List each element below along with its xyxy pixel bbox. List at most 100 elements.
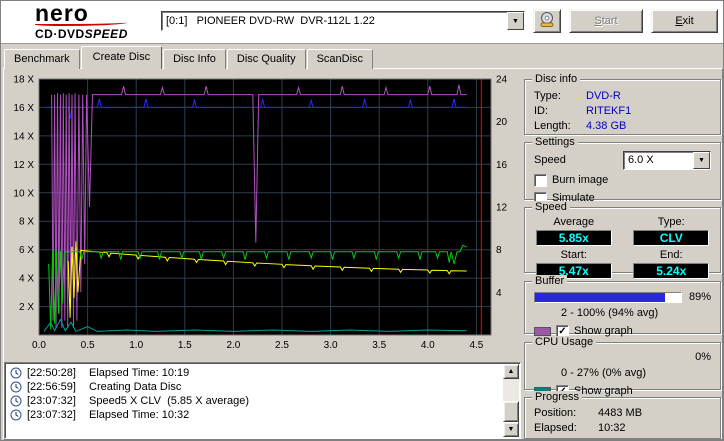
eject-button[interactable] <box>533 9 561 33</box>
x-axis-tick-label: 3.5 <box>372 340 386 351</box>
tab-disc-info[interactable]: Disc Info <box>163 49 226 69</box>
settings-panel: Settings Speed 6.0 X ▼ ✓ Burn image ✓ Si… <box>524 142 721 200</box>
left-axis-tick-label: 12 X <box>13 160 34 171</box>
buffer-title: Buffer <box>532 275 567 288</box>
log-timestamp: [23:07:32] <box>27 395 89 407</box>
scroll-down-button[interactable]: ▼ <box>503 422 519 437</box>
log-clock-icon <box>10 367 23 379</box>
log-message: Speed5 X CLV (5.85 X average) <box>89 395 249 407</box>
right-axis-tick-label: 16 <box>496 160 508 171</box>
log-entry: [23:07:32]Speed5 X CLV (5.85 X average) <box>9 394 500 408</box>
disc-type-label: Type: <box>534 89 586 104</box>
left-axis-tick-label: 10 X <box>13 188 34 199</box>
settings-title: Settings <box>532 136 578 149</box>
log-scrollbar[interactable]: ▲ ▼ <box>503 364 519 437</box>
speed-type-value: CLV <box>633 230 709 246</box>
burn-image-label: Burn image <box>552 173 608 188</box>
log-message: Elapsed Time: 10:19 <box>89 367 189 379</box>
left-axis-tick-label: 8 X <box>19 217 34 228</box>
log-entries: [22:50:28]Elapsed Time: 10:19[22:56:59]C… <box>5 363 520 422</box>
scroll-down-icon: ▼ <box>508 426 515 433</box>
log-message: Creating Data Disc <box>89 381 181 393</box>
scrollbar-thumb[interactable] <box>503 401 519 422</box>
x-axis-tick-label: 0.0 <box>32 340 46 351</box>
progress-panel: Progress Position:4483 MB Elapsed:10:32 <box>524 397 721 439</box>
speed-selector-dropdown-button[interactable]: ▼ <box>693 152 710 169</box>
x-axis-tick-label: 4.0 <box>421 340 435 351</box>
eject-disc-icon <box>538 12 556 31</box>
nero-product-text: CD·DVDSPEED <box>35 27 128 41</box>
left-axis-tick-label: 18 X <box>13 75 34 86</box>
buffer-percent: 89% <box>689 290 711 305</box>
plot-area <box>39 79 491 335</box>
buffer-bar-fill <box>535 293 665 302</box>
position-label: Position: <box>534 406 598 421</box>
log-panel: [22:50:28]Elapsed Time: 10:19[22:56:59]C… <box>4 362 521 439</box>
buffer-graph-color-swatch <box>534 327 551 336</box>
position-value: 4483 MB <box>598 406 642 421</box>
disc-info-panel: Disc info Type:DVD-R ID:RITEKF1 Length:4… <box>524 79 721 135</box>
chevron-down-icon: ▼ <box>512 18 519 25</box>
x-axis-tick-label: 3.0 <box>324 340 338 351</box>
burn-image-checkbox[interactable]: ✓ <box>534 174 547 187</box>
disc-id-value: RITEKF1 <box>586 104 631 119</box>
tab-scandisc[interactable]: ScanDisc <box>307 49 373 69</box>
cpu-percent: 0% <box>695 350 711 365</box>
product-cd-dvd-text: CD·DVD <box>35 27 85 41</box>
product-speed-text: SPEED <box>85 27 128 41</box>
drive-selector-dropdown-button[interactable]: ▼ <box>507 12 524 30</box>
left-axis-tick-label: 2 X <box>19 302 34 313</box>
disc-type-value: DVD-R <box>586 89 621 104</box>
disc-id-label: ID: <box>534 104 586 119</box>
speed-panel: Speed Average5.85x Type:CLV Start:5.47x … <box>524 207 721 273</box>
tab-bar: BenchmarkCreate DiscDisc InfoDisc Qualit… <box>4 46 374 69</box>
cpu-usage-title: CPU Usage <box>532 336 596 349</box>
log-clock-icon <box>10 395 23 407</box>
log-clock-icon <box>10 381 23 393</box>
write-speed-chart: 0.00.51.01.52.02.53.03.54.04.52 X4 X6 X8… <box>5 71 521 355</box>
disc-length-label: Length: <box>534 119 586 134</box>
progress-title: Progress <box>532 391 582 404</box>
log-entry: [23:07:32]Elapsed Time: 10:32 <box>9 408 500 422</box>
elapsed-label: Elapsed: <box>534 421 598 436</box>
log-timestamp: [22:56:59] <box>27 381 89 393</box>
type-label: Type: <box>623 216 721 229</box>
end-label: End: <box>623 249 721 262</box>
x-axis-tick-label: 4.5 <box>469 340 483 351</box>
speed-panel-title: Speed <box>532 201 570 214</box>
end-speed-value: 5.24x <box>633 263 709 279</box>
exit-button[interactable]: Exit <box>651 9 718 33</box>
average-speed-value: 5.85x <box>536 230 612 246</box>
tab-benchmark[interactable]: Benchmark <box>4 49 80 69</box>
buffer-panel: Buffer 89% 2 - 100% (94% avg) ✓ Show gra… <box>524 281 721 334</box>
right-axis-tick-label: 20 <box>496 117 508 128</box>
nero-logo: nero CD·DVDSPEED <box>35 3 128 41</box>
buffer-range: 2 - 100% (94% avg) <box>525 306 720 321</box>
start-label: Start: <box>525 249 623 262</box>
speed-selector[interactable]: 6.0 X ▼ <box>623 151 711 170</box>
speed-selector-value: 6.0 X <box>624 153 693 168</box>
speed-label: Speed <box>534 153 566 168</box>
cpu-range: 0 - 27% (0% avg) <box>525 366 720 381</box>
tab-disc-quality[interactable]: Disc Quality <box>227 49 306 69</box>
log-entry: [22:56:59]Creating Data Disc <box>9 380 500 394</box>
right-axis-tick-label: 24 <box>496 75 508 86</box>
scroll-up-button[interactable]: ▲ <box>503 364 519 379</box>
x-axis-tick-label: 2.5 <box>275 340 289 351</box>
x-axis-tick-label: 2.0 <box>226 340 240 351</box>
log-clock-icon <box>10 409 23 421</box>
app-header: nero CD·DVDSPEED [0:1] PIONEER DVD-RW DV… <box>1 1 723 44</box>
disc-info-title: Disc info <box>532 73 580 86</box>
drive-selector-value: [0:1] PIONEER DVD-RW DVR-112L 1.22 <box>162 15 507 27</box>
buffer-bar <box>534 292 682 303</box>
start-button[interactable]: Start <box>569 9 643 33</box>
right-axis-tick-label: 8 <box>496 245 502 256</box>
tab-create-disc[interactable]: Create Disc <box>81 46 162 69</box>
log-entry: [22:50:28]Elapsed Time: 10:19 <box>9 366 500 380</box>
x-axis-tick-label: 0.5 <box>81 340 95 351</box>
log-message: Elapsed Time: 10:32 <box>89 409 189 421</box>
elapsed-value: 10:32 <box>598 421 626 436</box>
disc-length-value: 4.38 GB <box>586 119 626 134</box>
right-axis-tick-label: 12 <box>496 203 508 214</box>
drive-selector[interactable]: [0:1] PIONEER DVD-RW DVR-112L 1.22 ▼ <box>161 11 525 31</box>
